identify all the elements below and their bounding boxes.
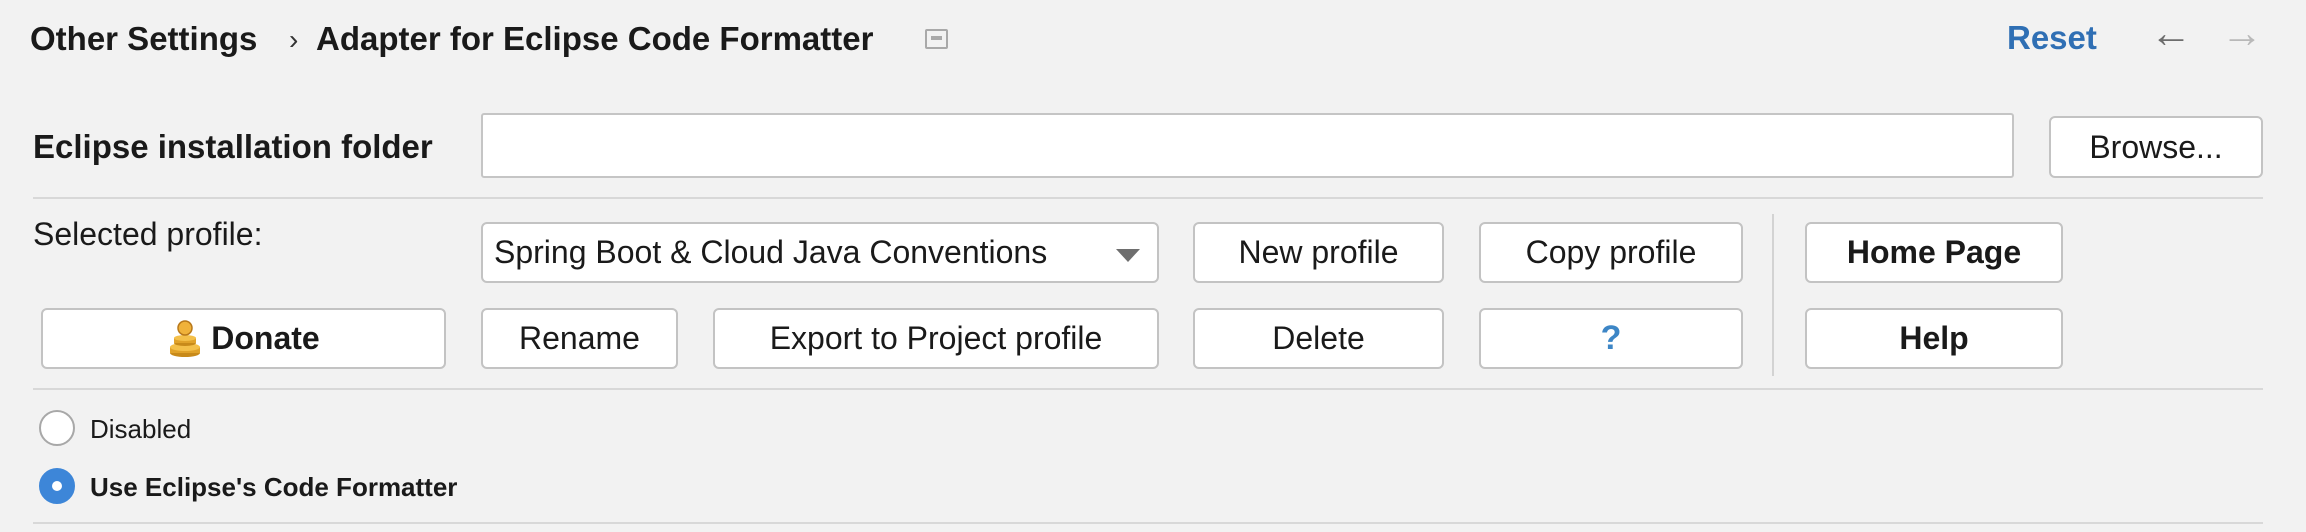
radio-use-eclipse-formatter[interactable]	[39, 468, 75, 504]
home-page-button[interactable]: Home Page	[1805, 222, 2063, 283]
copy-profile-button[interactable]: Copy profile	[1479, 222, 1743, 283]
help-button[interactable]: Help	[1805, 308, 2063, 369]
breadcrumb-separator: ›	[289, 24, 299, 55]
page-title: Adapter for Eclipse Code Formatter	[316, 20, 874, 57]
coins-icon	[167, 319, 203, 358]
reset-link[interactable]: Reset	[2007, 19, 2097, 57]
delete-button[interactable]: Delete	[1193, 308, 1444, 369]
profile-select[interactable]: Spring Boot & Cloud Java Conventions	[481, 222, 1159, 283]
forward-arrow-icon[interactable]: →	[2221, 12, 2263, 54]
radio-use-eclipse-formatter-label[interactable]: Use Eclipse's Code Formatter	[90, 472, 457, 503]
selected-profile-label: Selected profile:	[33, 216, 263, 252]
radio-disabled-label[interactable]: Disabled	[90, 414, 191, 445]
divider-bottom	[33, 522, 2263, 524]
detach-window-icon[interactable]	[925, 29, 948, 49]
divider-middle	[33, 388, 2263, 390]
profile-select-value: Spring Boot & Cloud Java Conventions	[494, 234, 1048, 270]
browse-button[interactable]: Browse...	[2049, 116, 2263, 178]
breadcrumb-other-settings[interactable]: Other Settings	[30, 20, 257, 58]
export-to-project-profile-button[interactable]: Export to Project profile	[713, 308, 1159, 369]
divider-top	[33, 197, 2263, 199]
rename-button[interactable]: Rename	[481, 308, 678, 369]
install-folder-label: Eclipse installation folder	[33, 128, 433, 165]
new-profile-button[interactable]: New profile	[1193, 222, 1444, 283]
radio-disabled[interactable]	[39, 410, 75, 446]
question-icon: ?	[1600, 319, 1622, 357]
donate-label: Donate	[211, 320, 320, 356]
vertical-divider	[1772, 214, 1774, 376]
chevron-down-icon	[1116, 249, 1140, 262]
install-folder-input[interactable]	[481, 113, 2014, 178]
question-button[interactable]: ?	[1479, 308, 1743, 369]
back-arrow-icon[interactable]: ←	[2150, 12, 2192, 54]
donate-button[interactable]: Donate	[41, 308, 446, 369]
